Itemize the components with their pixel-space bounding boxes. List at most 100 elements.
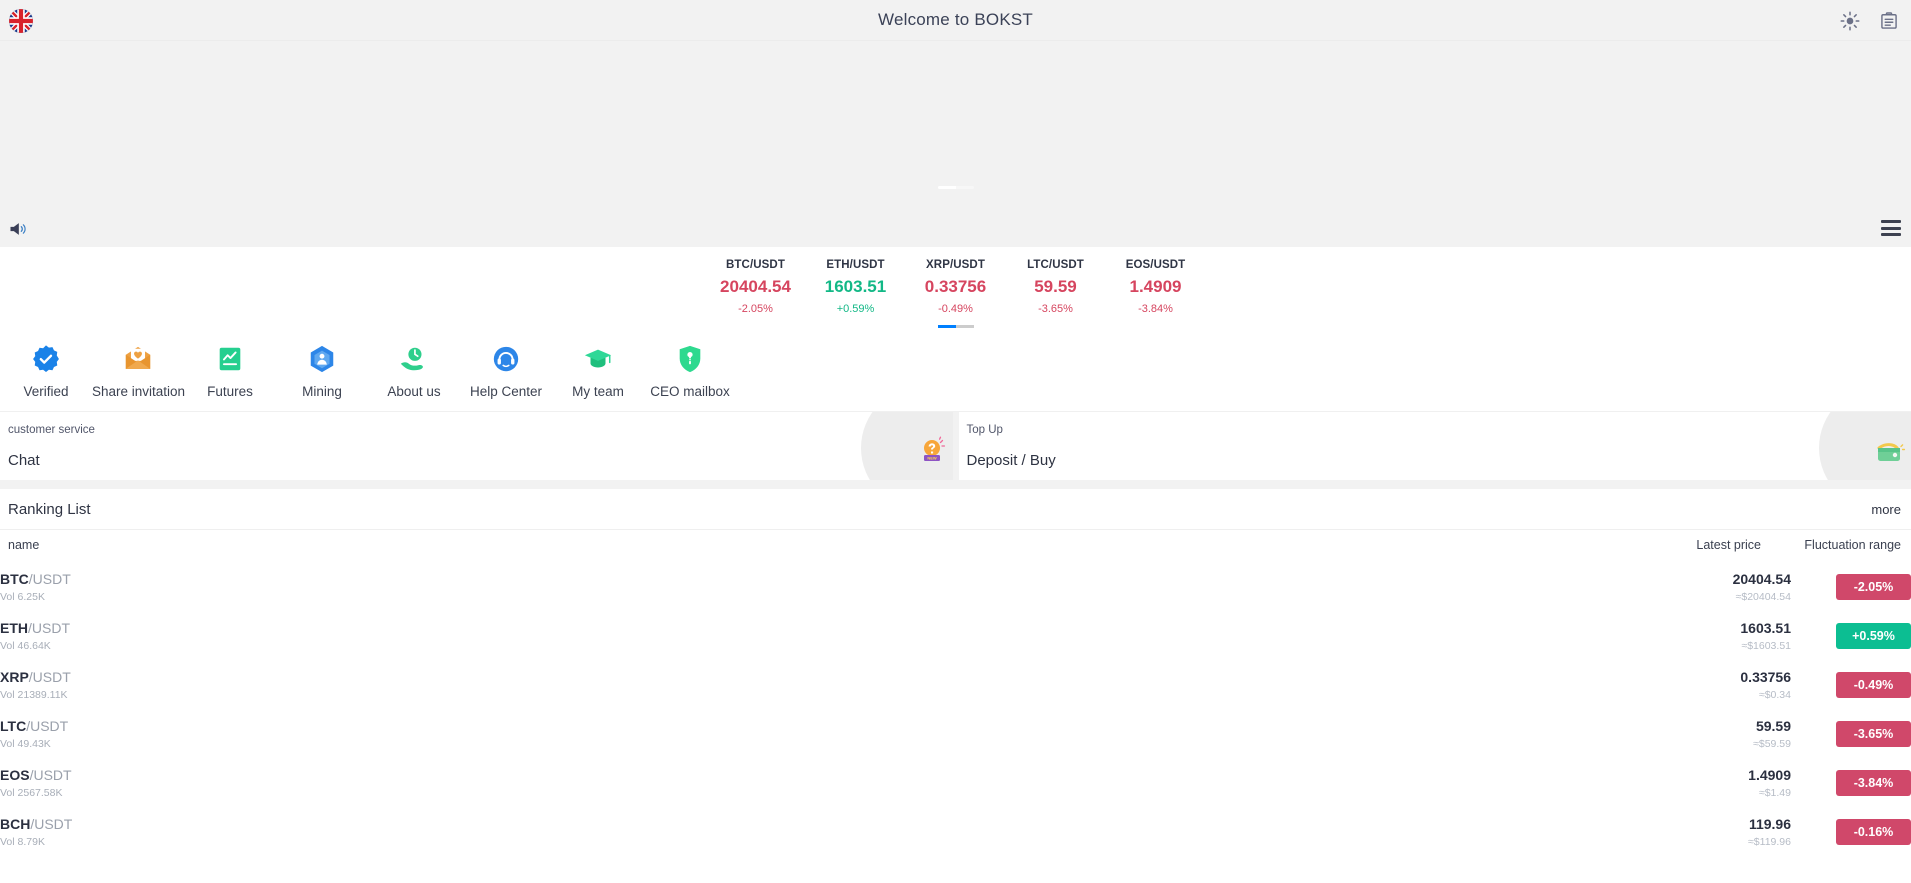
row-quote: /USDT bbox=[26, 718, 68, 734]
app-header: Welcome to BOKST bbox=[0, 0, 1911, 41]
status-badge: +0.59% bbox=[1836, 623, 1911, 649]
sun-icon[interactable] bbox=[1840, 11, 1860, 31]
headset-icon bbox=[491, 344, 521, 374]
ranking-table: name Latest price Fluctuation range BTC/… bbox=[0, 530, 1911, 857]
market-ticker-list: BTC/USDT 20404.54 -2.05% ETH/USDT 1603.5… bbox=[0, 259, 1911, 315]
promo-card-customer-service[interactable]: customer service Chat NEW bbox=[0, 412, 953, 480]
row-volume: Vol 21389.11K bbox=[0, 689, 1531, 701]
column-header-change: Fluctuation range bbox=[1791, 530, 1911, 563]
promo-card-row: customer service Chat NEW Top Up Deposit… bbox=[0, 412, 1911, 480]
row-symbol: BCH/USDT bbox=[0, 816, 1531, 832]
table-row[interactable]: LTC/USDT Vol 49.43K 59.59 ≈$59.59 -3.65% bbox=[0, 710, 1911, 759]
ranking-table-body: BTC/USDT Vol 6.25K 20404.54 ≈$20404.54 -… bbox=[0, 563, 1911, 857]
row-change-cell: -0.49% bbox=[1791, 661, 1911, 710]
table-row[interactable]: BCH/USDT Vol 8.79K 119.96 ≈$119.96 -0.16… bbox=[0, 808, 1911, 857]
row-change-cell: -0.16% bbox=[1791, 808, 1911, 857]
row-volume: Vol 46.64K bbox=[0, 640, 1531, 652]
row-volume: Vol 6.25K bbox=[0, 591, 1531, 603]
nav-item-verified[interactable]: Verified bbox=[0, 344, 92, 399]
status-badge: -3.84% bbox=[1836, 770, 1911, 796]
nav-item-ceo-mailbox[interactable]: CEO mailbox bbox=[644, 344, 736, 399]
row-price-usd: ≈$59.59 bbox=[1531, 738, 1791, 750]
table-row[interactable]: EOS/USDT Vol 2567.58K 1.4909 ≈$1.49 -3.8… bbox=[0, 759, 1911, 808]
svg-text:NEW: NEW bbox=[927, 456, 937, 461]
row-quote: /USDT bbox=[29, 571, 71, 587]
promo-subtitle: customer service bbox=[8, 424, 953, 436]
ticker-change: -2.05% bbox=[706, 303, 806, 315]
row-volume: Vol 8.79K bbox=[0, 836, 1531, 848]
nav-item-mining[interactable]: Mining bbox=[276, 344, 368, 399]
ticker-change: -0.49% bbox=[906, 303, 1006, 315]
row-base: LTC bbox=[0, 718, 26, 734]
row-symbol: LTC/USDT bbox=[0, 718, 1531, 734]
hero-indicator-active[interactable] bbox=[938, 186, 956, 189]
table-header-row: name Latest price Fluctuation range bbox=[0, 530, 1911, 563]
row-quote: /USDT bbox=[29, 669, 71, 685]
row-change-cell: +0.59% bbox=[1791, 612, 1911, 661]
row-price-usd: ≈$20404.54 bbox=[1531, 591, 1791, 603]
row-name-cell: XRP/USDT Vol 21389.11K bbox=[0, 661, 1531, 710]
ticker-pair: EOS/USDT bbox=[1106, 259, 1206, 271]
table-row[interactable]: ETH/USDT Vol 46.64K 1603.51 ≈$1603.51 +0… bbox=[0, 612, 1911, 661]
market-ticker-carousel[interactable]: BTC/USDT 20404.54 -2.05% ETH/USDT 1603.5… bbox=[0, 247, 1911, 330]
nav-label: Futures bbox=[184, 384, 276, 399]
status-badge: -2.05% bbox=[1836, 574, 1911, 600]
nav-label: Verified bbox=[0, 384, 92, 399]
nav-item-share-invitation[interactable]: Share invitation bbox=[92, 344, 184, 399]
promo-title: Chat bbox=[8, 452, 953, 469]
row-change-cell: -3.65% bbox=[1791, 710, 1911, 759]
ticker-item[interactable]: XRP/USDT 0.33756 -0.49% bbox=[906, 259, 1006, 315]
row-quote: /USDT bbox=[30, 816, 72, 832]
ticker-item[interactable]: EOS/USDT 1.4909 -3.84% bbox=[1106, 259, 1206, 315]
row-change-cell: -3.84% bbox=[1791, 759, 1911, 808]
invitation-envelope-icon bbox=[123, 344, 153, 374]
futures-chart-icon bbox=[215, 344, 245, 374]
row-price-usd: ≈$119.96 bbox=[1531, 836, 1791, 848]
speaker-icon[interactable] bbox=[8, 219, 28, 239]
hero-carousel-indicator[interactable] bbox=[938, 186, 974, 189]
hero-indicator-inactive[interactable] bbox=[956, 186, 974, 189]
row-price: 59.59 bbox=[1531, 718, 1791, 734]
hero-banner-carousel[interactable] bbox=[0, 41, 1911, 211]
row-base: BTC bbox=[0, 571, 29, 587]
table-row[interactable]: XRP/USDT Vol 21389.11K 0.33756 ≈$0.34 -0… bbox=[0, 661, 1911, 710]
row-base: XRP bbox=[0, 669, 29, 685]
mining-hexagon-icon bbox=[307, 344, 337, 374]
hamburger-menu-icon[interactable] bbox=[1881, 220, 1901, 236]
column-header-name: name bbox=[0, 530, 1531, 563]
ranking-more-link[interactable]: more bbox=[1871, 502, 1901, 517]
promo-card-top-up[interactable]: Top Up Deposit / Buy bbox=[953, 412, 1911, 480]
row-price-cell: 119.96 ≈$119.96 bbox=[1531, 808, 1791, 857]
ticker-indicator-active[interactable] bbox=[938, 325, 956, 328]
language-selector-button[interactable] bbox=[9, 9, 33, 33]
nav-label: CEO mailbox bbox=[644, 384, 736, 399]
ranking-table-head: name Latest price Fluctuation range bbox=[0, 530, 1911, 563]
row-price-usd: ≈$1603.51 bbox=[1531, 640, 1791, 652]
ticker-indicator-inactive[interactable] bbox=[956, 325, 974, 328]
nav-label: Mining bbox=[276, 384, 368, 399]
row-price-cell: 20404.54 ≈$20404.54 bbox=[1531, 563, 1791, 612]
nav-item-futures[interactable]: Futures bbox=[184, 344, 276, 399]
ticker-pair: LTC/USDT bbox=[1006, 259, 1106, 271]
row-price-cell: 1.4909 ≈$1.49 bbox=[1531, 759, 1791, 808]
support-badge-icon: NEW bbox=[915, 434, 949, 468]
table-row[interactable]: BTC/USDT Vol 6.25K 20404.54 ≈$20404.54 -… bbox=[0, 563, 1911, 612]
ticker-carousel-indicator[interactable] bbox=[938, 325, 974, 328]
verified-badge-icon bbox=[31, 344, 61, 374]
ticker-pair: ETH/USDT bbox=[806, 259, 906, 271]
row-base: BCH bbox=[0, 816, 30, 832]
notice-bar bbox=[0, 211, 1911, 247]
ticker-item[interactable]: BTC/USDT 20404.54 -2.05% bbox=[706, 259, 806, 315]
nav-item-about-us[interactable]: About us bbox=[368, 344, 460, 399]
ticker-item[interactable]: LTC/USDT 59.59 -3.65% bbox=[1006, 259, 1106, 315]
nav-item-help-center[interactable]: Help Center bbox=[460, 344, 552, 399]
row-symbol: ETH/USDT bbox=[0, 620, 1531, 636]
nav-label: My team bbox=[552, 384, 644, 399]
row-price-usd: ≈$1.49 bbox=[1531, 787, 1791, 799]
clipboard-icon[interactable] bbox=[1879, 11, 1899, 31]
ranking-list-header: Ranking List more bbox=[0, 489, 1911, 530]
nav-item-my-team[interactable]: My team bbox=[552, 344, 644, 399]
nav-label: About us bbox=[368, 384, 460, 399]
ticker-item[interactable]: ETH/USDT 1603.51 +0.59% bbox=[806, 259, 906, 315]
row-price: 20404.54 bbox=[1531, 571, 1791, 587]
